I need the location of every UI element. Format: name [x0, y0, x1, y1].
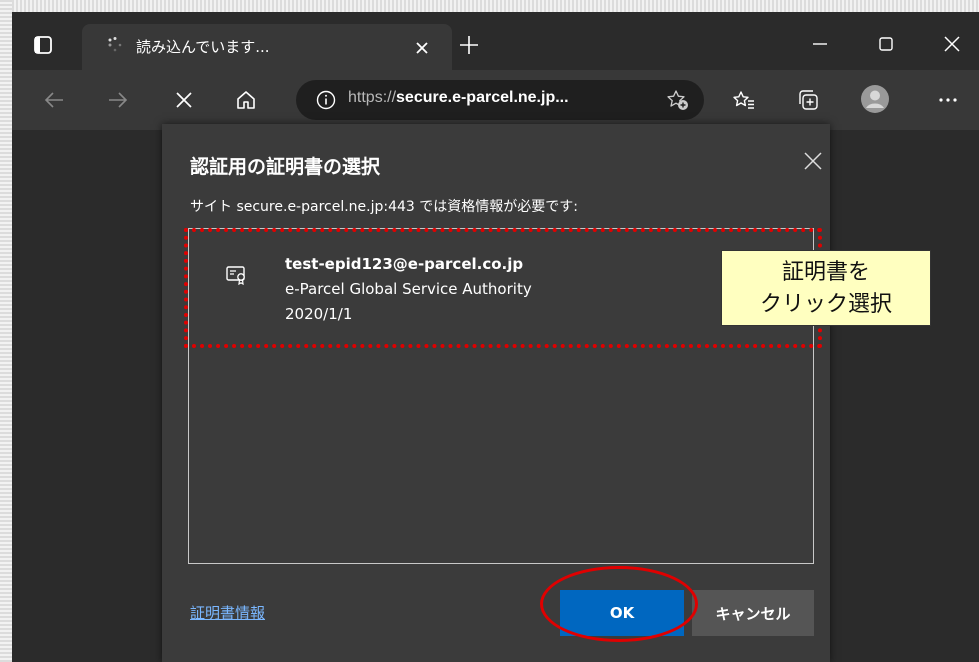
close-icon[interactable] [414, 40, 430, 56]
arrow-left-icon[interactable] [42, 88, 66, 112]
minimize-icon[interactable] [808, 32, 832, 56]
callout-line-2: クリック選択 [759, 292, 892, 317]
outer-frame-top [0, 0, 979, 12]
more-icon[interactable] [936, 88, 960, 112]
loading-icon [106, 36, 124, 54]
callout-line-1: 証明書を [781, 260, 870, 285]
profile-icon[interactable] [860, 84, 890, 114]
collections-icon[interactable] [796, 88, 820, 112]
favorites-icon[interactable] [732, 88, 756, 112]
url-host: secure.e-parcel.ne.jp... [396, 89, 569, 106]
certificate-info-link[interactable]: 証明書情報 [190, 602, 265, 623]
close-icon[interactable] [802, 150, 824, 172]
cancel-button[interactable]: キャンセル [692, 590, 814, 636]
outer-frame-left [0, 0, 12, 662]
info-icon[interactable] [316, 90, 336, 110]
star-add-icon[interactable] [666, 88, 690, 112]
url-scheme: https:// [348, 89, 397, 106]
close-icon[interactable] [940, 32, 964, 56]
certificate-dialog: 認証用の証明書の選択 サイト secure.e-parcel.ne.jp:443… [162, 124, 830, 662]
tab-loading[interactable]: 読み込んでいます... [82, 24, 452, 70]
dialog-message: サイト secure.e-parcel.ne.jp:443 では資格情報が必要で… [190, 199, 578, 215]
annotation-circle [540, 566, 698, 642]
annotation-callout: 証明書を クリック選択 [721, 250, 931, 326]
plus-icon[interactable] [458, 34, 480, 56]
arrow-right-icon[interactable] [106, 88, 130, 112]
tab-actions-icon[interactable] [32, 34, 54, 56]
dialog-title: 認証用の証明書の選択 [190, 156, 381, 178]
tab-title: 読み込んでいます... [136, 38, 270, 56]
url-text: https://secure.e-parcel.ne.jp... [348, 89, 569, 107]
navigation-toolbar: https://secure.e-parcel.ne.jp... [12, 70, 979, 130]
maximize-icon[interactable] [874, 32, 898, 56]
stop-icon[interactable] [172, 88, 196, 112]
address-bar[interactable]: https://secure.e-parcel.ne.jp... [296, 80, 704, 120]
home-icon[interactable] [234, 88, 258, 112]
title-bar: 読み込んでいます... [12, 12, 979, 70]
